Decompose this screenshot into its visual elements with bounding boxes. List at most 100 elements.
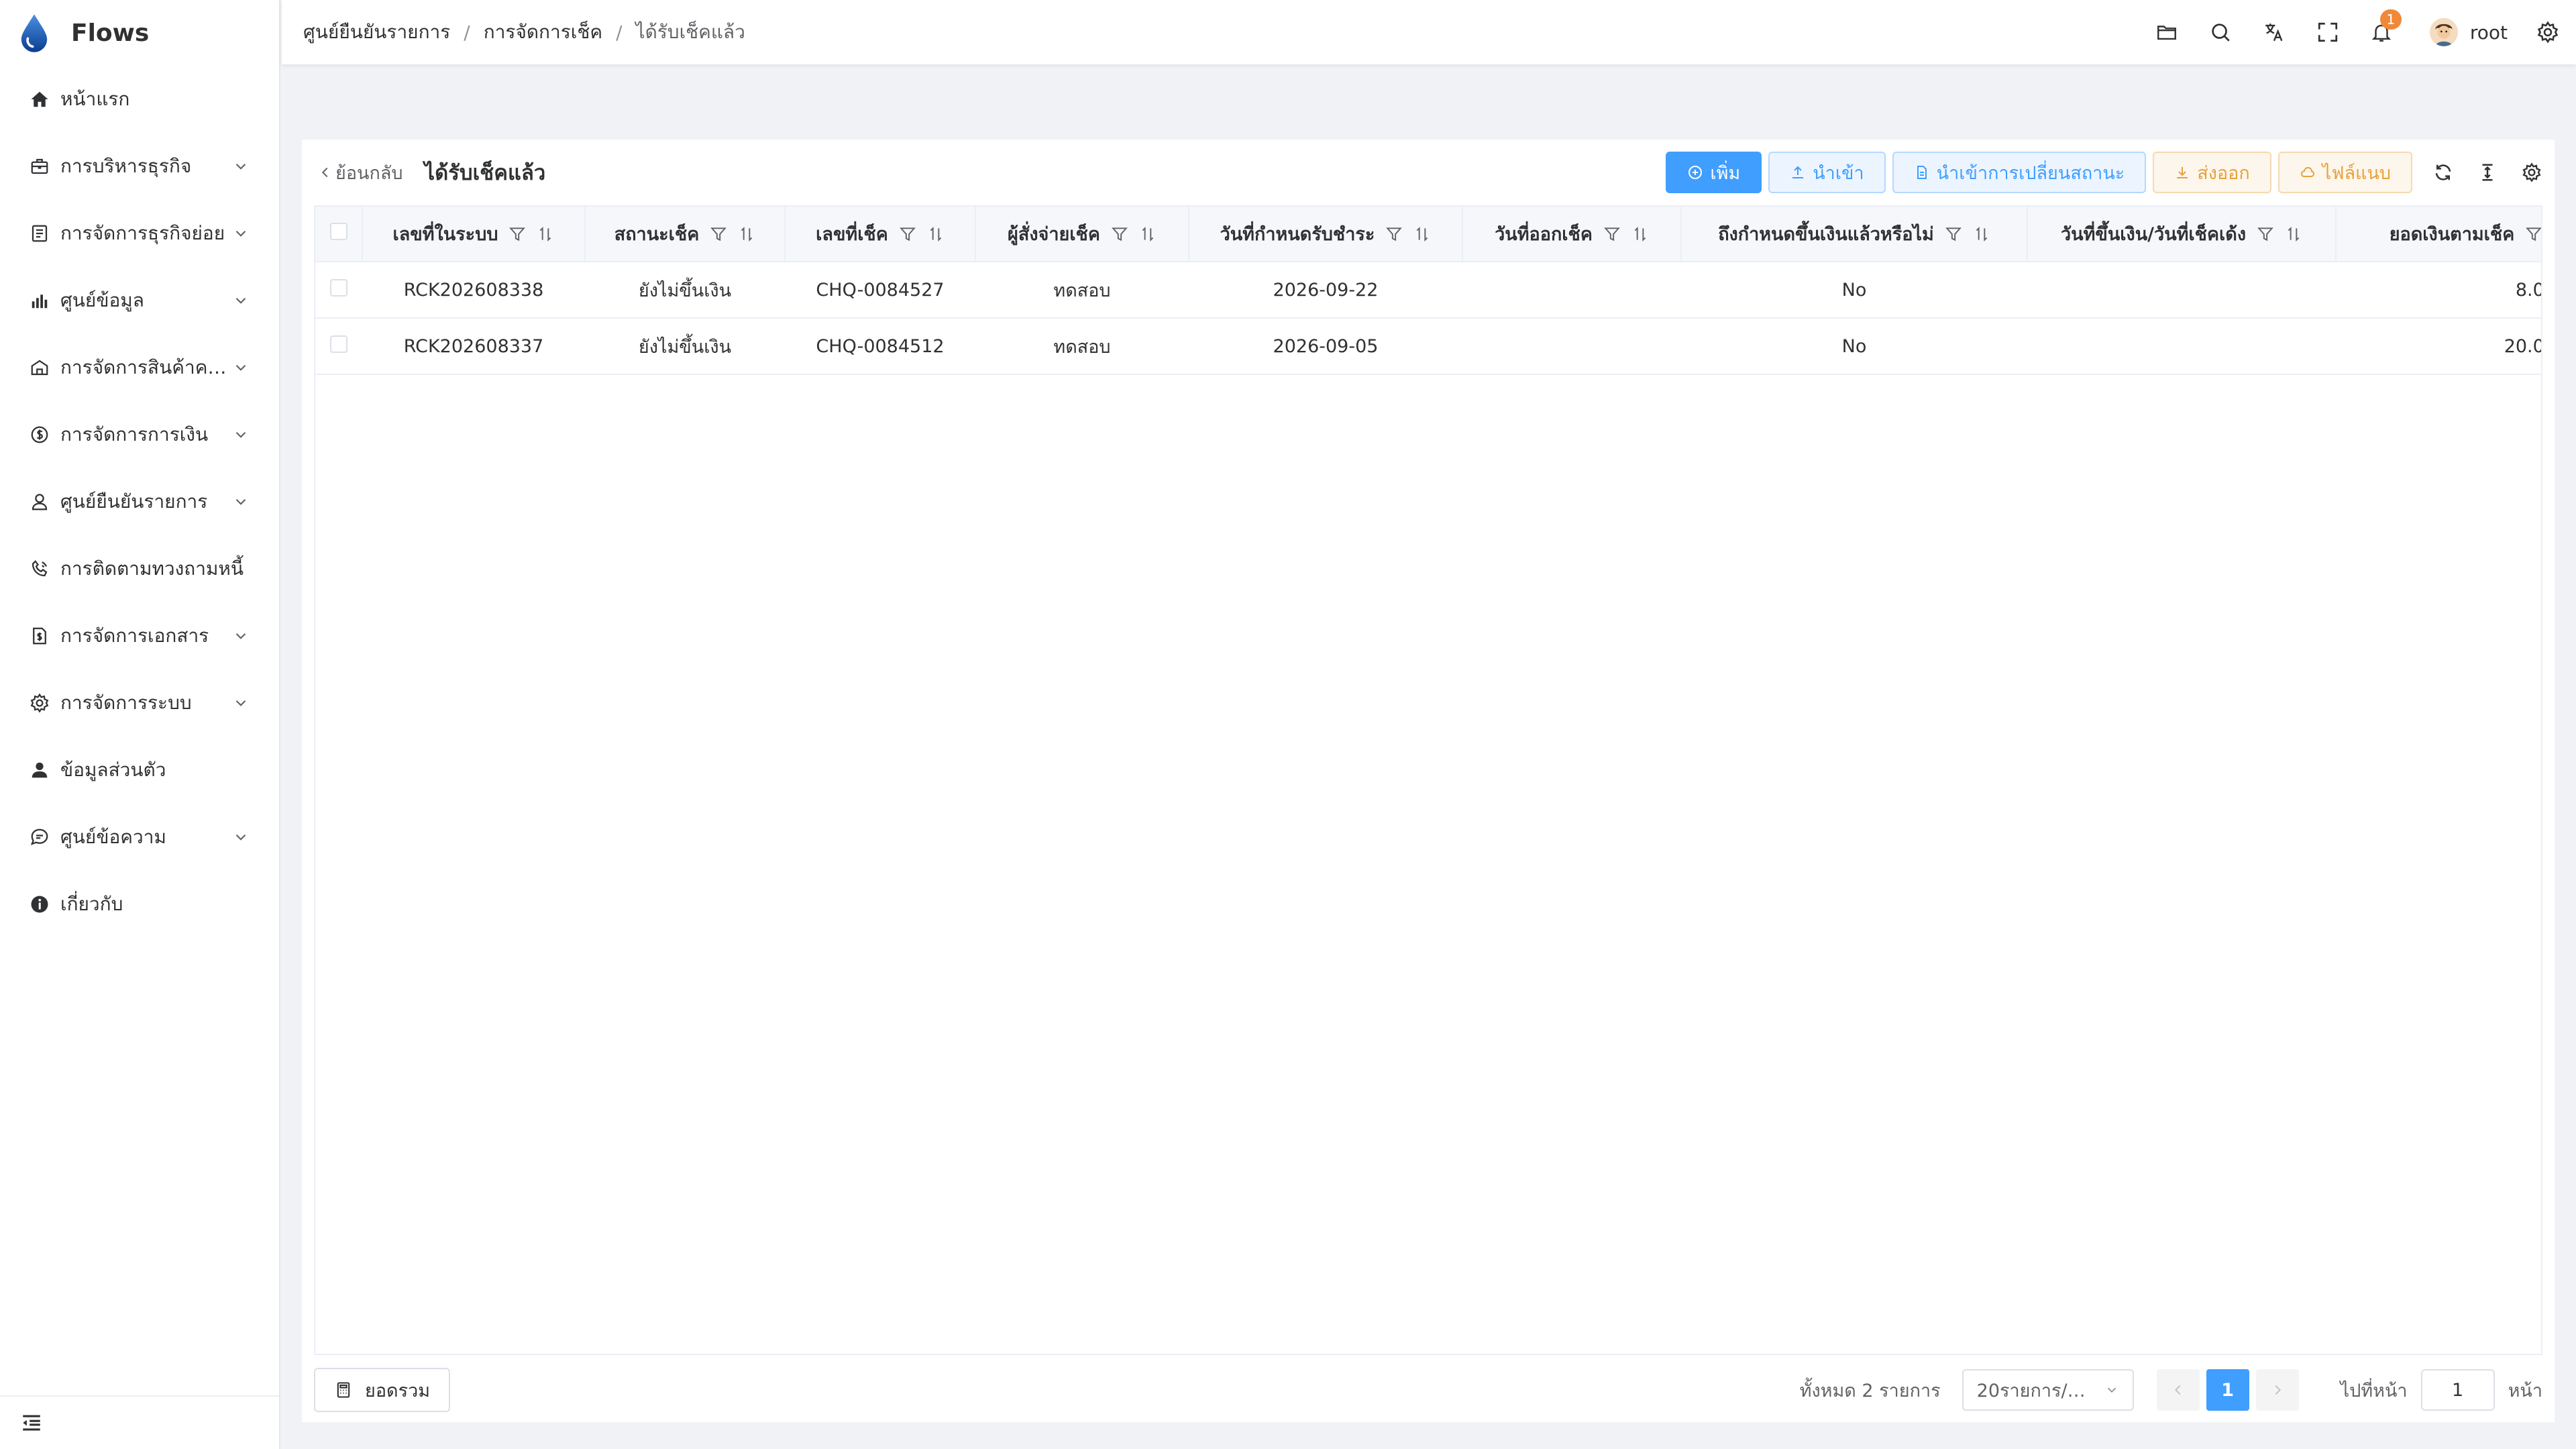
column-header-label: ถึงกำหนดขึ้นเงินแล้วหรือไม่ <box>1718 224 1934 245</box>
add-button[interactable]: เพิ่ม <box>1666 152 1762 193</box>
column-header[interactable]: วันที่ออกเช็ค <box>1462 207 1682 262</box>
filter-icon[interactable] <box>1111 225 1128 243</box>
column-header[interactable]: วันที่ขึ้นเงิน/วันที่เช็คเด้ง <box>2027 207 2337 262</box>
toolbar-actions: เพิ่ม นำเข้า นำเข้าการเปลี่ยนสถานะ ส่งออ… <box>1659 152 2545 193</box>
chevron-down-icon <box>235 364 246 371</box>
pagination-total: ทั้งหมด 2 รายการ <box>1799 1380 1941 1401</box>
column-header[interactable]: ยอดเงินตามเช็ค <box>2336 207 2542 262</box>
column-header[interactable]: ถึงกำหนดขึ้นเงินแล้วหรือไม่ <box>1681 207 2028 262</box>
user-outline-icon <box>28 490 51 513</box>
document-list-icon <box>28 222 51 245</box>
import-button[interactable]: นำเข้า <box>1768 152 1886 193</box>
content-card: ย้อนกลับ ได้รับเช็คแล้ว เพิ่ม นำเข้า นำเ… <box>302 140 2555 1422</box>
filter-icon[interactable] <box>508 225 526 243</box>
select-all-checkbox[interactable] <box>329 223 347 240</box>
table-row[interactable]: RCK202608338 ยังไม่ขึ้นเงิน CHQ-0084527 … <box>315 262 2541 319</box>
prev-page-button[interactable] <box>2156 1369 2200 1411</box>
sidebar-item-home[interactable]: หน้าแรก <box>0 66 279 133</box>
sidebar-item-business-management[interactable]: การบริหารธุรกิจ <box>0 133 279 200</box>
next-page-button[interactable] <box>2255 1369 2299 1411</box>
filter-icon[interactable] <box>1945 225 1962 243</box>
filter-icon[interactable] <box>2525 225 2542 243</box>
filter-icon[interactable] <box>1385 225 1403 243</box>
filter-icon[interactable] <box>710 225 727 243</box>
sidebar-item-debt-collection[interactable]: การติดตามทวงถามหนี้ <box>0 535 279 602</box>
sidebar-item-documents[interactable]: การจัดการเอกสาร <box>0 602 279 669</box>
add-button-label: เพิ่ม <box>1710 162 1741 184</box>
sort-icon[interactable] <box>537 225 554 243</box>
attachment-button[interactable]: ไฟล์แนบ <box>2277 152 2412 193</box>
filter-icon[interactable] <box>1603 225 1621 243</box>
app-name: Flows <box>71 19 150 47</box>
column-header[interactable]: วันที่กำหนดรับชำระ <box>1189 207 1463 262</box>
refresh-icon[interactable] <box>2430 159 2457 186</box>
sidebar-item-system[interactable]: การจัดการระบบ <box>0 669 279 737</box>
sort-icon[interactable] <box>1973 225 1990 243</box>
row-height-icon[interactable] <box>2474 159 2501 186</box>
row-checkbox[interactable] <box>330 335 347 353</box>
column-header[interactable]: เลขที่เช็ค <box>785 207 976 262</box>
column-header-label: ยอดเงินตามเช็ค <box>2389 224 2515 245</box>
import-status-change-label: นำเข้าการเปลี่ยนสถานะ <box>1936 162 2125 184</box>
cell-is-due: No <box>1681 318 2027 375</box>
page-toolbar: ย้อนกลับ ได้รับเช็คแล้ว เพิ่ม นำเข้า นำเ… <box>302 140 2555 205</box>
notification-badge: 1 <box>2379 9 2402 30</box>
folder-icon[interactable] <box>2153 19 2180 46</box>
import-status-change-button[interactable]: นำเข้าการเปลี่ยนสถานะ <box>1892 152 2147 193</box>
page-title: ได้รับเช็คแล้ว <box>424 161 546 185</box>
chevron-left-icon <box>321 167 328 178</box>
sidebar-item-finance[interactable]: การจัดการการเงิน <box>0 401 279 468</box>
sidebar-item-data-center[interactable]: ศูนย์ข้อมูล <box>0 267 279 334</box>
gear-icon <box>28 692 51 714</box>
cell-amount: 20.00 <box>2336 318 2541 375</box>
sort-icon[interactable] <box>1139 225 1157 243</box>
page-number-button[interactable]: 1 <box>2206 1369 2249 1411</box>
breadcrumb: ศูนย์ยืนยันรายการ / การจัดการเช็ค / ได้ร… <box>303 17 745 47</box>
search-icon[interactable] <box>2207 19 2234 46</box>
sidebar-item-label: ศูนย์ข้อความ <box>60 826 166 848</box>
chevron-down-icon <box>235 431 246 438</box>
settings-icon[interactable] <box>2534 19 2561 46</box>
file-dollar-icon <box>28 625 51 647</box>
sidebar-item-sub-business[interactable]: การจัดการธุรกิจย่อย <box>0 200 279 267</box>
breadcrumb-item[interactable]: ศูนย์ยืนยันรายการ <box>303 17 450 47</box>
column-header[interactable]: สถานะเช็ค <box>585 207 786 262</box>
summary-button[interactable]: ยอดรวม <box>314 1368 451 1412</box>
export-button[interactable]: ส่งออก <box>2153 152 2271 193</box>
upload-icon <box>1792 166 1804 178</box>
column-header[interactable]: เลขที่ในระบบ <box>362 207 586 262</box>
sort-icon[interactable] <box>927 225 945 243</box>
app-logo[interactable]: Flows <box>0 0 279 66</box>
goto-page-input[interactable]: 1 <box>2420 1369 2495 1411</box>
chevron-down-icon <box>235 297 246 304</box>
sidebar-item-about[interactable]: เกี่ยวกับ <box>0 871 279 938</box>
column-header[interactable]: ผู้สั่งจ่ายเช็ค <box>975 207 1189 262</box>
sidebar-item-label: การจัดการสินค้าคง… <box>60 356 232 378</box>
notification-bell[interactable]: 1 <box>2368 9 2402 46</box>
sort-icon[interactable] <box>1631 225 1649 243</box>
sidebar-item-confirmation-center[interactable]: ศูนย์ยืนยันรายการ <box>0 468 279 535</box>
sidebar-item-inventory[interactable]: การจัดการสินค้าคง… <box>0 334 279 401</box>
filter-icon[interactable] <box>2257 225 2274 243</box>
sort-icon[interactable] <box>1413 225 1431 243</box>
row-checkbox[interactable] <box>330 278 347 297</box>
user-menu[interactable]: root <box>2429 18 2508 46</box>
column-settings-icon[interactable] <box>2518 159 2545 186</box>
cell-cheque-no: CHQ-0084527 <box>785 262 975 319</box>
sidebar-item-message-center[interactable]: ศูนย์ข้อความ <box>0 804 279 871</box>
sidebar-item-profile[interactable]: ข้อมูลส่วนตัว <box>0 737 279 804</box>
column-header-label: วันที่กำหนดรับชำระ <box>1220 224 1375 245</box>
column-header-label: ผู้สั่งจ่ายเช็ค <box>1008 224 1100 245</box>
fullscreen-icon[interactable] <box>2314 19 2341 46</box>
breadcrumb-item[interactable]: การจัดการเช็ค <box>484 17 602 47</box>
page-size-select[interactable]: 20รายการ/… <box>1962 1369 2134 1411</box>
sort-icon[interactable] <box>2285 225 2302 243</box>
sidebar-collapse-toggle[interactable] <box>0 1395 279 1449</box>
translate-icon[interactable] <box>2261 19 2288 46</box>
row-select-cell <box>315 318 362 375</box>
filter-icon[interactable] <box>899 225 916 243</box>
table-row[interactable]: RCK202608337 ยังไม่ขึ้นเงิน CHQ-0084512 … <box>315 318 2541 375</box>
back-button[interactable]: ย้อนกลับ <box>318 158 403 187</box>
column-header-label: วันที่ขึ้นเงิน/วันที่เช็คเด้ง <box>2060 224 2247 245</box>
sort-icon[interactable] <box>738 225 755 243</box>
